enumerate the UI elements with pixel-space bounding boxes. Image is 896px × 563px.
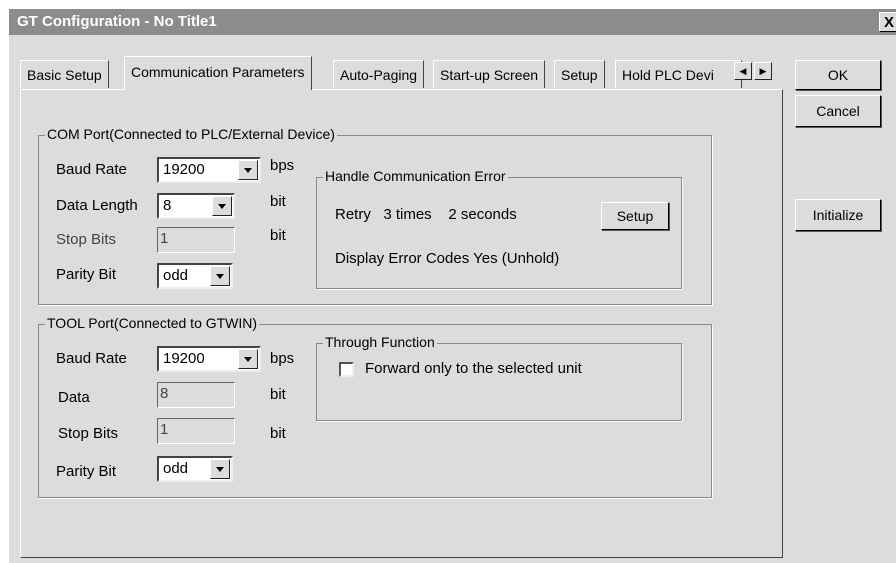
tool-baud-rate-value: 19200 bbox=[163, 350, 205, 367]
com-baud-rate-unit: bps bbox=[270, 157, 295, 174]
tab-basic-setup[interactable]: Basic Setup bbox=[20, 60, 109, 88]
tool-data-label: Data bbox=[58, 389, 90, 406]
through-function-legend: Through Function bbox=[323, 334, 437, 350]
display-error-codes-text: Display Error Codes Yes (Unhold) bbox=[335, 250, 560, 267]
com-baud-rate-select[interactable]: 19200 bbox=[157, 157, 261, 183]
tab-communication-parameters[interactable]: Communication Parameters bbox=[124, 56, 312, 90]
close-button[interactable]: X bbox=[879, 12, 896, 32]
forward-only-label: Forward only to the selected unit bbox=[365, 360, 582, 377]
tool-parity-bit-value: odd bbox=[163, 460, 189, 477]
comm-error-legend: Handle Communication Error bbox=[323, 168, 508, 184]
com-parity-bit-select[interactable]: odd bbox=[157, 263, 233, 289]
com-stop-bits-field: 1 bbox=[157, 227, 235, 253]
tool-data-unit: bit bbox=[270, 386, 286, 403]
com-baud-rate-value: 19200 bbox=[163, 161, 205, 178]
window-title: GT Configuration - No Title1 bbox=[17, 13, 217, 30]
tool-port-group: TOOL Port(Connected to GTWIN) Baud Rate … bbox=[38, 315, 712, 498]
com-data-length-select[interactable]: 8 bbox=[157, 193, 235, 219]
com-data-length-unit: bit bbox=[270, 193, 286, 210]
chevron-down-icon[interactable] bbox=[210, 459, 230, 479]
comm-error-setup-button[interactable]: Setup bbox=[601, 202, 669, 230]
comm-error-group: Handle Communication Error Retry 3 times… bbox=[316, 168, 682, 289]
tab-panel-communication-parameters: COM Port(Connected to PLC/External Devic… bbox=[20, 89, 783, 558]
tool-stop-bits-label: Stop Bits bbox=[58, 425, 119, 442]
com-stop-bits-value: 1 bbox=[160, 230, 169, 247]
initialize-button[interactable]: Initialize bbox=[795, 199, 881, 231]
com-data-length-value: 8 bbox=[163, 197, 172, 214]
retry-text: Retry 3 times 2 seconds bbox=[335, 206, 517, 223]
chevron-down-icon[interactable] bbox=[210, 266, 230, 286]
tool-baud-rate-select[interactable]: 19200 bbox=[157, 346, 261, 372]
tab-auto-paging[interactable]: Auto-Paging bbox=[333, 60, 425, 88]
tool-stop-bits-field: 1 bbox=[157, 418, 235, 444]
ok-button[interactable]: OK bbox=[795, 60, 881, 90]
tool-parity-bit-select[interactable]: odd bbox=[157, 456, 233, 482]
chevron-down-icon[interactable] bbox=[238, 160, 258, 180]
com-port-legend: COM Port(Connected to PLC/External Devic… bbox=[45, 126, 337, 142]
cancel-button[interactable]: Cancel bbox=[795, 95, 881, 127]
com-baud-rate-label: Baud Rate bbox=[56, 161, 127, 178]
forward-only-checkbox[interactable] bbox=[339, 362, 354, 377]
com-stop-bits-label: Stop Bits bbox=[56, 231, 117, 248]
tool-data-field: 8 bbox=[157, 382, 235, 408]
tab-hold-plc-device[interactable]: Hold PLC Devi bbox=[615, 60, 742, 88]
com-port-group: COM Port(Connected to PLC/External Devic… bbox=[38, 126, 712, 305]
com-stop-bits-unit: bit bbox=[270, 227, 286, 244]
tab-scroll-right-icon[interactable]: ▶ bbox=[754, 62, 772, 80]
tab-start-up-screen[interactable]: Start-up Screen bbox=[433, 60, 546, 88]
tool-port-legend: TOOL Port(Connected to GTWIN) bbox=[45, 315, 260, 331]
tab-setup[interactable]: Setup bbox=[554, 60, 605, 88]
tool-stop-bits-value: 1 bbox=[160, 421, 169, 438]
com-parity-bit-label: Parity Bit bbox=[56, 266, 117, 283]
com-data-length-label: Data Length bbox=[56, 197, 138, 214]
tool-stop-bits-unit: bit bbox=[270, 425, 286, 442]
through-function-group: Through Function Forward only to the sel… bbox=[316, 334, 682, 421]
tab-scroll-left-icon[interactable]: ◀ bbox=[734, 62, 752, 80]
gt-configuration-window: GT Configuration - No Title1 X Basic Set… bbox=[8, 8, 896, 563]
tool-baud-rate-unit: bps bbox=[270, 350, 295, 367]
chevron-down-icon[interactable] bbox=[238, 349, 258, 369]
tool-data-value: 8 bbox=[160, 385, 169, 402]
tool-baud-rate-label: Baud Rate bbox=[56, 350, 127, 367]
tool-parity-bit-label: Parity Bit bbox=[56, 463, 117, 480]
title-bar: GT Configuration - No Title1 X bbox=[9, 9, 896, 35]
com-parity-bit-value: odd bbox=[163, 267, 189, 284]
chevron-down-icon[interactable] bbox=[212, 196, 232, 216]
